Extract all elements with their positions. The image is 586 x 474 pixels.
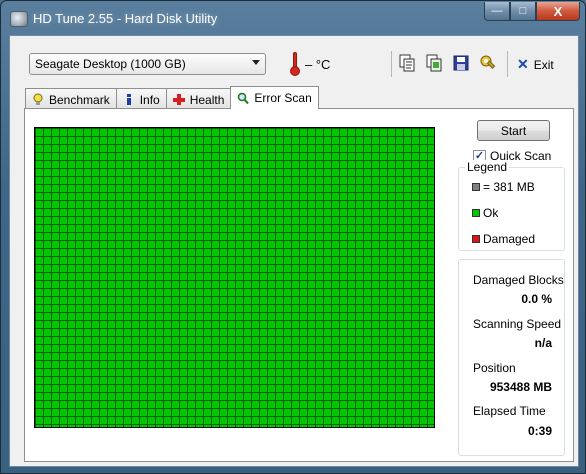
toolbar-separator	[391, 51, 392, 77]
tab-strip: Benchmark Info Health Error Scan	[25, 86, 319, 109]
window-title: HD Tune 2.55 - Hard Disk Utility	[33, 11, 218, 26]
tab-benchmark[interactable]: Benchmark	[25, 88, 117, 108]
minimize-button[interactable]: —	[484, 2, 510, 21]
ok-swatch	[472, 209, 480, 217]
tab-label: Health	[189, 92, 225, 107]
damaged-blocks-value: 0.0 %	[521, 292, 552, 306]
legend-damaged: Damaged	[472, 232, 535, 246]
temperature-readout: – °C	[305, 57, 331, 72]
scanning-speed-value: n/a	[534, 336, 552, 350]
title-bar[interactable]: HD Tune 2.55 - Hard Disk Utility — □ X	[1, 1, 585, 35]
scan-stats: Damaged Blocks 0.0 % Scanning Speed n/a …	[458, 259, 565, 456]
caption-buttons: — □ X	[484, 2, 580, 21]
tab-error-scan[interactable]: Error Scan	[230, 86, 319, 109]
scan-block-map	[34, 127, 435, 428]
client-area: Seagate Desktop (1000 GB) – °C ✕ Exit Be…	[9, 35, 579, 467]
legend-ok-label: Ok	[483, 206, 499, 220]
magnifier-icon	[238, 92, 250, 104]
scanning-speed-label: Scanning Speed	[473, 317, 562, 331]
block-swatch	[472, 183, 480, 191]
damaged-blocks-label: Damaged Blocks	[473, 273, 564, 287]
save-icon[interactable]	[452, 54, 470, 72]
thermometer-icon	[290, 52, 300, 76]
tab-label: Info	[139, 92, 160, 107]
exit-button[interactable]: ✕ Exit	[517, 56, 554, 73]
close-button[interactable]: X	[536, 2, 580, 21]
exit-label: Exit	[533, 57, 554, 72]
app-window: HD Tune 2.55 - Hard Disk Utility — □ X S…	[0, 0, 586, 474]
toolbar-separator	[507, 51, 508, 77]
start-button[interactable]: Start	[477, 120, 550, 141]
bulb-icon	[33, 93, 43, 105]
close-icon: ✕	[517, 56, 529, 72]
legend-block-size-label: = 381 MB	[483, 180, 535, 194]
drive-select-value: Seagate Desktop (1000 GB)	[35, 57, 186, 71]
options-icon[interactable]	[479, 54, 497, 72]
copy-text-icon[interactable]	[398, 54, 416, 72]
legend-ok: Ok	[472, 206, 498, 220]
legend-title: Legend	[465, 160, 510, 174]
tab-info[interactable]: Info	[115, 88, 167, 108]
legend-damaged-label: Damaged	[483, 232, 536, 246]
tab-health[interactable]: Health	[165, 88, 232, 108]
damaged-swatch	[472, 235, 480, 243]
toolbar: Seagate Desktop (1000 GB) – °C ✕ Exit	[10, 36, 578, 84]
chevron-down-icon	[252, 60, 260, 65]
elapsed-time-value: 0:39	[527, 424, 552, 438]
tab-label: Benchmark	[49, 92, 110, 107]
position-label: Position	[473, 361, 516, 375]
error-scan-panel: Start ✓ Quick Scan Legend = 381 MB Ok Da…	[24, 108, 574, 462]
hdtune-app-icon[interactable]	[10, 11, 28, 27]
position-value: 953488 MB	[489, 380, 552, 394]
maximize-button[interactable]: □	[510, 2, 536, 21]
elapsed-time-label: Elapsed Time	[473, 404, 546, 418]
tab-label: Error Scan	[254, 91, 312, 105]
info-icon	[126, 94, 131, 105]
copy-screenshot-icon[interactable]	[425, 54, 443, 72]
health-cross-icon	[172, 94, 185, 105]
drive-select[interactable]: Seagate Desktop (1000 GB)	[29, 53, 266, 75]
legend-group: Legend = 381 MB Ok Damaged	[458, 160, 565, 251]
legend-block-size: = 381 MB	[472, 180, 535, 194]
